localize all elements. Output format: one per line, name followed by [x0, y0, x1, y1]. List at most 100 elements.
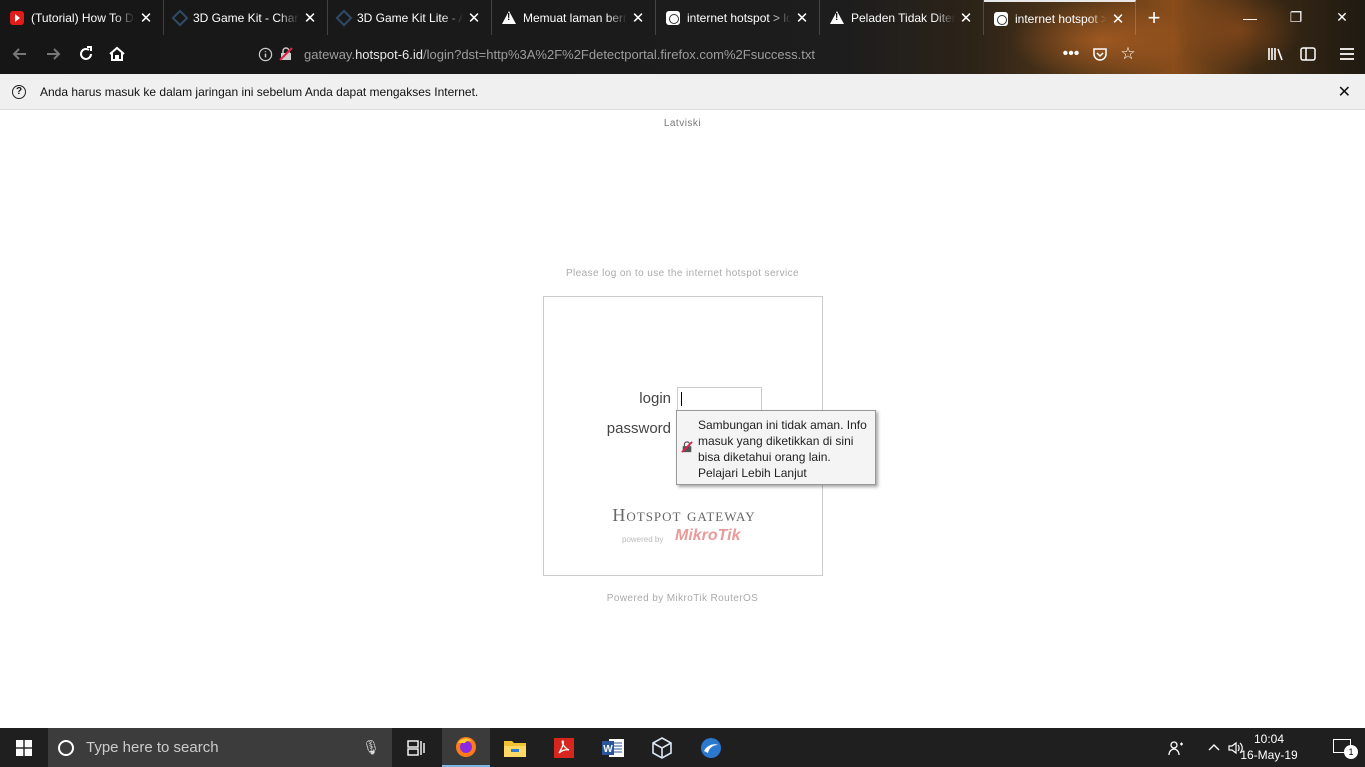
- globe-icon: [666, 10, 680, 25]
- tab-close-icon[interactable]: ✕: [1111, 10, 1125, 28]
- sidebar-icon: [1300, 47, 1316, 61]
- tab-label: Peladen Tidak Ditem: [851, 10, 955, 25]
- warning-icon: [830, 10, 844, 25]
- captive-portal-notification: ? Anda harus masuk ke dalam jaringan ini…: [0, 74, 1365, 110]
- search-placeholder: Type here to search: [86, 739, 219, 756]
- file-explorer-icon: [504, 740, 526, 757]
- maximize-button[interactable]: ❐: [1273, 0, 1319, 35]
- warning-icon: [502, 10, 516, 25]
- login-label: login: [639, 390, 671, 407]
- clock-time: 10:04: [1253, 732, 1285, 746]
- people-icon[interactable]: [1168, 740, 1184, 756]
- tab-close-icon[interactable]: ✕: [467, 9, 481, 27]
- library-icon: [1268, 48, 1283, 61]
- powered-by-small: powered by: [622, 535, 664, 544]
- microphone-icon[interactable]: 🎙: [362, 739, 380, 756]
- url-path: /login?dst=http%3A%2F%2Fdetectportal.fir…: [423, 46, 816, 62]
- taskbar-clock[interactable]: 10:04 16-May-19: [1229, 731, 1309, 763]
- tab-close-icon[interactable]: ✕: [303, 9, 317, 27]
- tab-close-icon[interactable]: ✕: [139, 9, 153, 27]
- login-hint: Please log on to use the internet hotspo…: [565, 268, 800, 279]
- windows-logo-icon: [16, 739, 32, 756]
- insecure-lock-icon[interactable]: [278, 46, 294, 62]
- question-icon: ?: [12, 84, 26, 99]
- tab-label: internet hotspot > lo: [687, 10, 791, 25]
- new-tab-button[interactable]: +: [1136, 0, 1172, 35]
- tab-internet-hotspot-active[interactable]: internet hotspot > lo ✕: [984, 0, 1136, 35]
- tab-close-icon[interactable]: ✕: [631, 9, 645, 27]
- password-label: password: [606, 420, 671, 437]
- menu-button[interactable]: [1332, 39, 1362, 69]
- forward-button[interactable]: [38, 39, 68, 69]
- reload-icon: [80, 46, 92, 60]
- tab-memuat-laman[interactable]: Memuat laman berma ✕: [492, 0, 656, 35]
- task-view-icon: [407, 739, 425, 756]
- info-icon[interactable]: [258, 47, 273, 62]
- tab-label: 3D Game Kit - Chara: [193, 10, 299, 25]
- url-prefix: gateway.: [304, 46, 356, 62]
- taskbar-file-explorer[interactable]: [491, 728, 539, 767]
- home-button[interactable]: [102, 39, 132, 69]
- bookmark-star-icon[interactable]: ☆: [1113, 39, 1143, 69]
- svg-text:W: W: [603, 744, 613, 755]
- taskbar-word[interactable]: W: [589, 728, 637, 767]
- browser-chrome: (Tutorial) How To Do ✕ 3D Game Kit - Cha…: [0, 0, 1365, 74]
- back-arrow-icon: [12, 48, 26, 60]
- tab-3d-game-kit-lite[interactable]: 3D Game Kit Lite - A ✕: [328, 0, 492, 35]
- globe-icon: [994, 11, 1008, 26]
- task-view-button[interactable]: [392, 728, 440, 767]
- language-link[interactable]: Latviski: [0, 118, 1365, 129]
- action-center-icon[interactable]: 1: [1333, 739, 1358, 759]
- taskbar-acrobat[interactable]: [540, 728, 588, 767]
- brand-title-text: Hotspot gateway: [612, 505, 756, 525]
- navigation-toolbar: gateway.hotspot-6.id/login?dst=http%3A%2…: [0, 35, 1365, 74]
- tab-close-icon[interactable]: ✕: [959, 9, 973, 27]
- window-controls: — ❐ ✕: [1227, 0, 1365, 35]
- firefox-icon: [456, 736, 476, 757]
- chevron-up-icon[interactable]: [1208, 742, 1220, 752]
- url-domain: hotspot-6.id: [355, 46, 424, 62]
- notification-close-icon[interactable]: ✕: [1338, 82, 1351, 102]
- taskbar-hotspot-app[interactable]: [687, 728, 735, 767]
- start-button[interactable]: [0, 728, 48, 767]
- taskbar-search[interactable]: Type here to search 🎙: [48, 728, 392, 767]
- tab-internet-hotspot-1[interactable]: internet hotspot > lo ✕: [656, 0, 820, 35]
- tooltip-text: Sambungan ini tidak aman. Info masuk yan…: [698, 417, 874, 481]
- library-button[interactable]: [1261, 39, 1291, 69]
- virtualbox-icon: [652, 736, 672, 759]
- hotspot-gateway-title: Hotspot gateway: [544, 505, 824, 526]
- reload-button[interactable]: [71, 39, 101, 69]
- insecure-lock-icon: [681, 441, 693, 453]
- tab-label: (Tutorial) How To Do: [31, 10, 135, 25]
- tooltip-message: Sambungan ini tidak aman. Info masuk yan…: [698, 418, 867, 464]
- address-bar[interactable]: gateway.hotspot-6.id/login?dst=http%3A%2…: [250, 40, 1160, 68]
- back-button[interactable]: [5, 39, 35, 69]
- youtube-icon: [10, 10, 24, 25]
- tab-label: Memuat laman berma: [523, 10, 627, 25]
- tab-close-icon[interactable]: ✕: [795, 9, 809, 27]
- tab-peladen[interactable]: Peladen Tidak Ditem ✕: [820, 0, 984, 35]
- notification-count-badge: 1: [1344, 745, 1358, 759]
- windows-taskbar: Type here to search 🎙 W 10:04 16-May-19 …: [0, 728, 1365, 767]
- insecure-login-tooltip: Sambungan ini tidak aman. Info masuk yan…: [676, 410, 876, 485]
- taskbar-virtualbox[interactable]: [638, 728, 686, 767]
- tab-tutorial[interactable]: (Tutorial) How To Do ✕: [0, 0, 164, 35]
- unity-icon: [335, 9, 353, 26]
- hotspot-app-icon: [701, 737, 721, 758]
- sidebar-button[interactable]: [1293, 39, 1323, 69]
- home-icon: [109, 46, 125, 61]
- tab-3d-game-kit[interactable]: 3D Game Kit - Chara ✕: [164, 0, 328, 35]
- login-input[interactable]: [677, 387, 762, 411]
- taskbar-firefox[interactable]: [442, 728, 490, 767]
- minimize-button[interactable]: —: [1227, 0, 1273, 35]
- url-text[interactable]: gateway.hotspot-6.id/login?dst=http%3A%2…: [304, 47, 815, 62]
- close-window-button[interactable]: ✕: [1319, 0, 1365, 35]
- mikrotik-logo: MikroTik: [675, 527, 741, 544]
- page-actions-icon[interactable]: •••: [1056, 39, 1086, 69]
- word-icon: W: [602, 738, 624, 757]
- pocket-button[interactable]: [1085, 39, 1115, 69]
- unity-icon: [171, 9, 189, 26]
- text-caret: [681, 392, 682, 406]
- footer-powered-by: Powered by MikroTik RouterOS: [606, 593, 759, 604]
- learn-more-link[interactable]: Pelajari Lebih Lanjut: [698, 466, 807, 480]
